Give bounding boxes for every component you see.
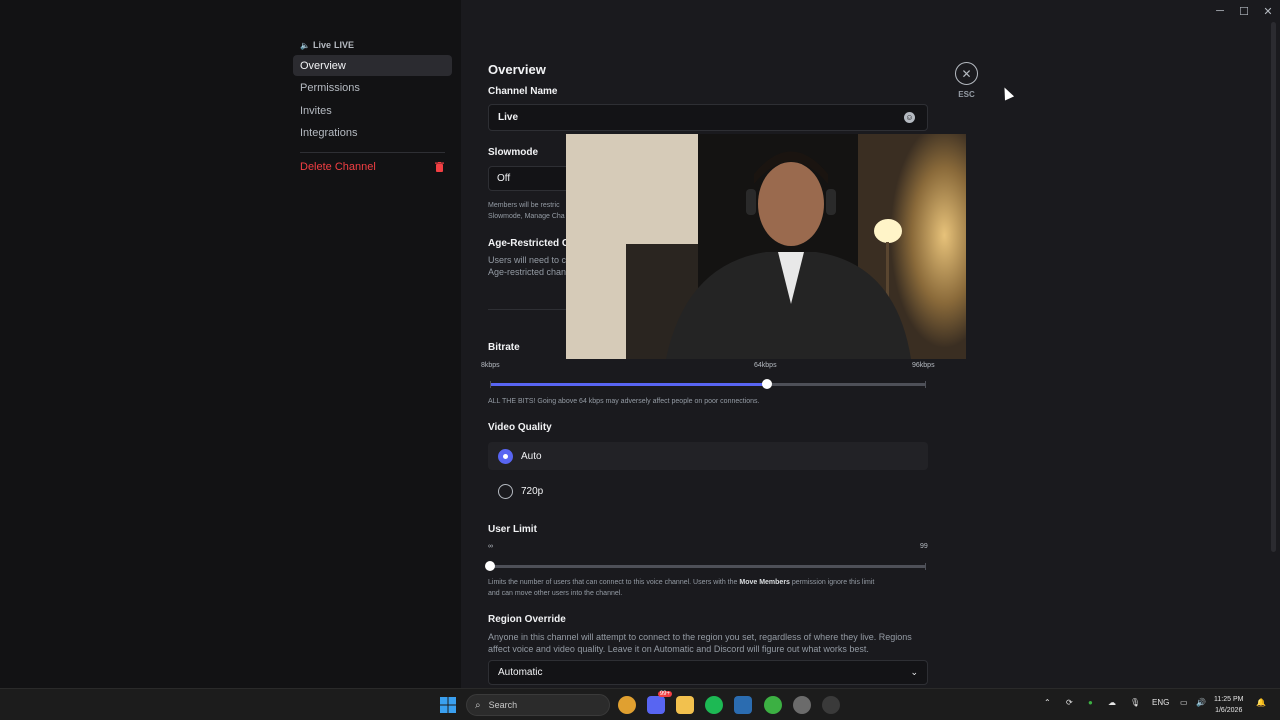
region-override-value: Automatic <box>498 667 543 678</box>
bitrate-slider-fill <box>490 383 768 386</box>
user-limit-label: User Limit <box>488 524 537 535</box>
webcam-frame <box>566 134 966 359</box>
user-limit-help-text: Limits the number of users that can conn… <box>488 579 740 586</box>
speaker-icon: 🔈 <box>300 40 310 50</box>
discord-settings-window: 🔈 Live LIVE Overview Permissions Invites… <box>0 0 1280 688</box>
spotify-icon[interactable] <box>705 696 723 714</box>
maximize-button[interactable]: ☐ <box>1232 0 1256 22</box>
camera-preview-overlay <box>566 134 966 359</box>
status-dot-icon[interactable]: ● <box>1088 698 1093 707</box>
close-settings-button[interactable]: ✕ <box>955 62 978 85</box>
region-override-select[interactable]: Automatic ⌄ <box>488 660 928 685</box>
chevron-up-icon[interactable]: ⌃ <box>1044 698 1051 707</box>
age-restricted-label: Age-Restricted C <box>488 238 570 249</box>
esc-label: ESC <box>958 90 975 99</box>
bitrate-marker <box>490 381 491 388</box>
sidebar-header-category: LIVE <box>333 40 354 50</box>
channel-name-label: Channel Name <box>488 86 558 97</box>
notification-icon[interactable]: 🔔 <box>1256 698 1266 707</box>
sidebar-item-label: Integrations <box>300 126 358 139</box>
photos-icon[interactable] <box>734 696 752 714</box>
taskbar-search-placeholder: Search <box>488 700 518 710</box>
bitrate-marker <box>925 381 926 388</box>
discord-badge: 99+ <box>657 691 672 697</box>
user-limit-min-label: ∞ <box>488 543 493 550</box>
trash-icon <box>435 161 444 172</box>
settings-sidebar: 🔈 Live LIVE Overview Permissions Invites… <box>0 0 461 688</box>
clock-date: 1/6/2026 <box>1215 707 1243 714</box>
taskbar-search[interactable]: ⌕ Search <box>466 694 610 716</box>
region-override-label: Region Override <box>488 614 566 625</box>
sidebar-header: 🔈 Live LIVE <box>300 40 354 50</box>
sync-icon[interactable]: ⟳ <box>1066 698 1073 707</box>
sidebar-item-permissions[interactable]: Permissions <box>293 77 452 98</box>
language-indicator[interactable]: ENG <box>1152 698 1169 707</box>
user-limit-help-bold: Move Members <box>739 579 790 586</box>
window-controls: ─ ☐ ✕ <box>1208 0 1280 22</box>
channel-name-value: Live <box>498 112 519 123</box>
sidebar-item-label: Overview <box>300 59 346 72</box>
settings-gear-icon[interactable] <box>793 696 811 714</box>
user-limit-slider-handle[interactable] <box>485 561 495 571</box>
scrollbar[interactable] <box>1271 22 1276 552</box>
page-title: Overview <box>488 62 546 77</box>
video-quality-option-720p[interactable]: 720p <box>488 477 928 505</box>
slowmode-help-1: Members will be restric <box>488 202 560 209</box>
taskbar-clock[interactable]: 11:25 PM 1/6/2026 <box>1214 694 1243 716</box>
chevron-down-icon: ⌄ <box>910 667 918 677</box>
region-override-desc-1: Anyone in this channel will attempt to c… <box>488 632 912 642</box>
bitrate-help: ALL THE BITS! Going above 64 kbps may ad… <box>488 398 760 405</box>
region-override-desc-2: affect voice and video quality. Leave it… <box>488 644 869 654</box>
slowmode-label: Slowmode <box>488 147 539 158</box>
chrome-icon[interactable] <box>618 696 636 714</box>
age-restricted-desc-2: Age-restricted chan <box>488 267 567 277</box>
obs-icon[interactable] <box>822 696 840 714</box>
sidebar-header-channel: Live <box>312 40 331 50</box>
radio-unchecked-icon <box>498 483 513 499</box>
close-icon: ✕ <box>961 66 972 81</box>
user-limit-max-label: 99 <box>920 543 928 550</box>
windows-start-icon[interactable] <box>439 696 457 714</box>
microphone-icon[interactable]: 🎙 <box>1130 698 1140 707</box>
user-limit-slider-track[interactable] <box>490 565 926 568</box>
slowmode-help-2: Slowmode, Manage Cha <box>488 213 565 220</box>
user-limit-help-text: permission ignore this limit <box>789 579 875 586</box>
minimize-button[interactable]: ─ <box>1208 0 1232 22</box>
sidebar-divider <box>300 152 445 153</box>
file-explorer-icon[interactable] <box>676 696 694 714</box>
close-window-button[interactable]: ✕ <box>1256 0 1280 22</box>
radio-checked-icon <box>498 448 513 464</box>
delete-channel-button[interactable]: Delete Channel <box>293 156 452 177</box>
video-quality-option-auto[interactable]: Auto <box>488 442 928 470</box>
clock-time: 11:25 PM <box>1214 696 1244 703</box>
emoji-icon[interactable]: ☺ <box>904 112 915 123</box>
discord-icon[interactable]: 99+ <box>647 691 672 714</box>
video-quality-option-label: Auto <box>521 450 542 462</box>
slowmode-value: Off <box>497 173 511 184</box>
video-quality-option-label: 720p <box>521 485 544 497</box>
search-icon: ⌕ <box>475 699 481 711</box>
sidebar-item-integrations[interactable]: Integrations <box>293 122 452 143</box>
sidebar-item-label: Permissions <box>300 81 360 94</box>
user-limit-help-1: Limits the number of users that can conn… <box>488 577 874 588</box>
windows-taskbar: ⌕ Search 99+ ⌃ ⟳ ● ☁ 🎙 ENG ▭ 🔊 11:25 PM … <box>0 688 1280 720</box>
volume-icon[interactable]: 🔊 <box>1196 698 1206 707</box>
delete-channel-label: Delete Channel <box>300 160 376 173</box>
sidebar-item-invites[interactable]: Invites <box>293 100 452 121</box>
slowmode-select[interactable]: Off <box>488 166 578 191</box>
channel-name-input[interactable]: Live ☺ <box>488 104 928 131</box>
bitrate-tick-min: 8kbps <box>481 362 500 369</box>
network-icon[interactable]: ▭ <box>1180 698 1188 707</box>
sidebar-item-label: Invites <box>300 104 332 117</box>
bitrate-tick-max: 96kbps <box>912 362 935 369</box>
bitrate-label: Bitrate <box>488 342 520 353</box>
app-icon[interactable] <box>764 696 782 714</box>
user-limit-marker <box>925 563 926 570</box>
sidebar-item-overview[interactable]: Overview <box>293 55 452 76</box>
video-quality-label: Video Quality <box>488 422 552 433</box>
bitrate-tick-mid: 64kbps <box>754 362 777 369</box>
user-limit-help-2: and can move other users into the channe… <box>488 590 623 597</box>
age-restricted-desc-1: Users will need to c <box>488 255 567 265</box>
cloud-icon[interactable]: ☁ <box>1108 698 1116 707</box>
